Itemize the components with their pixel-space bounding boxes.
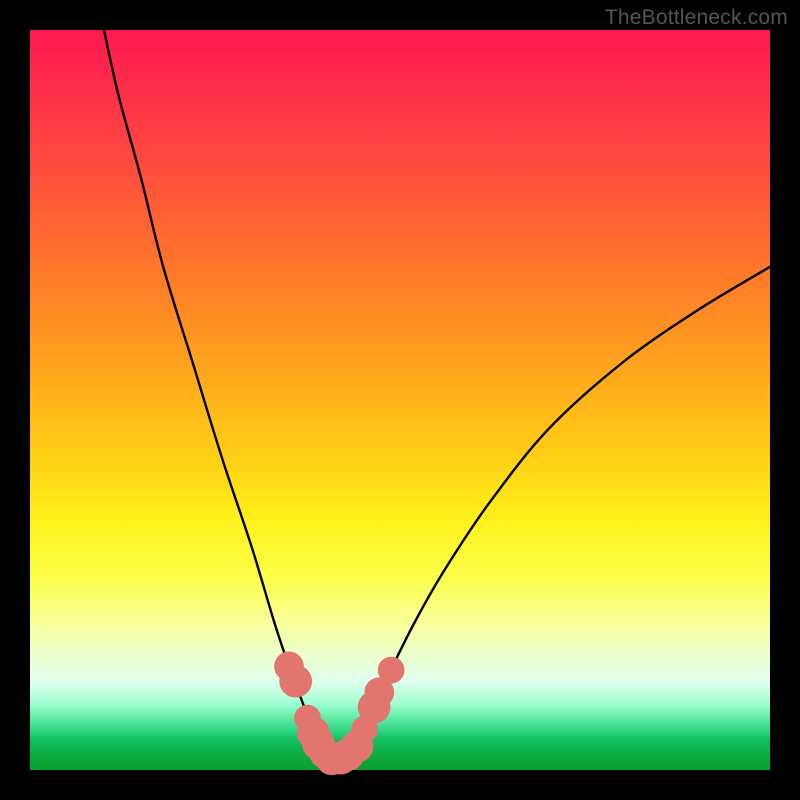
chart-overlay	[30, 30, 770, 770]
curve-marker	[378, 657, 405, 684]
watermark-text: TheBottleneck.com	[605, 6, 788, 30]
bottleneck-curve	[104, 30, 770, 759]
marker-group	[274, 652, 404, 776]
curve-marker	[279, 665, 312, 698]
